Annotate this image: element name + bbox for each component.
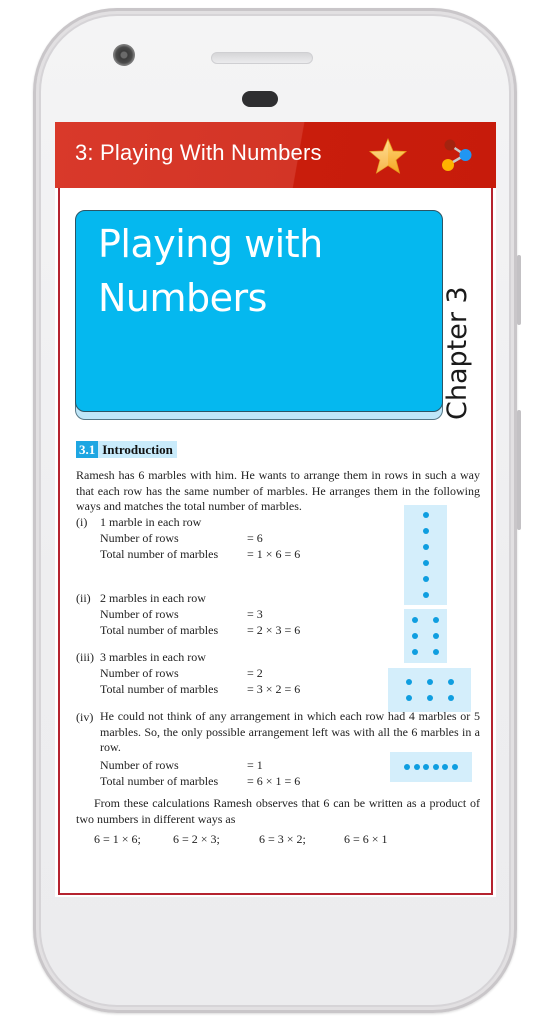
- marble: [422, 576, 429, 582]
- power-button: [517, 255, 521, 325]
- marble: [426, 679, 433, 685]
- section-heading: 3.1 Introduction: [76, 441, 177, 458]
- case-heading: 1 marble in each row: [100, 515, 202, 529]
- rows-label: Number of rows: [100, 666, 179, 680]
- marble: [412, 649, 418, 655]
- volume-button: [517, 410, 521, 530]
- rows-label: Number of rows: [100, 531, 179, 545]
- marble: [413, 764, 420, 770]
- total-value: = 6 × 1 = 6: [247, 774, 301, 788]
- marble: [405, 679, 412, 685]
- rows-value: = 2: [247, 666, 263, 680]
- app-bar: 3: Playing With Numbers: [55, 122, 496, 188]
- marble: [433, 649, 439, 655]
- total-label: Total number of marbles: [100, 623, 219, 637]
- marbles-2x3: [404, 609, 447, 663]
- favorite-button[interactable]: [367, 135, 409, 177]
- section-title: Introduction: [102, 441, 173, 457]
- product-item: 6 = 6 × 1: [344, 832, 388, 846]
- case-label: (ii): [76, 591, 91, 605]
- chapter-title-line-2: Numbers: [98, 276, 267, 320]
- product-item: 6 = 1 × 6;: [94, 832, 141, 846]
- app-screen: 3: Playing With Numbers Playing with Num…: [55, 122, 496, 897]
- case-1-heading: (i) 1 marble in each row: [76, 515, 201, 530]
- marble: [422, 592, 429, 598]
- marble: [422, 560, 429, 566]
- total-label: Total number of marbles: [100, 682, 219, 696]
- book-page: Playing with Numbers Chapter 3 3.1 Intro…: [58, 188, 493, 895]
- chapter-title-line-1: Playing with: [98, 222, 323, 266]
- case-label: (i): [76, 515, 88, 529]
- product-item: 6 = 2 × 3;: [173, 832, 220, 846]
- front-camera: [113, 44, 135, 66]
- case-4-heading: He could not think of any arrangement in…: [100, 709, 480, 754]
- marble: [423, 764, 430, 770]
- case-2-heading: (ii) 2 marbles in each row: [76, 591, 206, 606]
- marble: [433, 633, 439, 639]
- marble: [433, 617, 439, 623]
- rows-label: Number of rows: [100, 758, 179, 772]
- chapter-banner: Playing with Numbers: [75, 210, 443, 412]
- earpiece-speaker: [211, 52, 313, 64]
- case-4-label: (iv): [76, 710, 93, 725]
- marble: [412, 617, 418, 623]
- chapter-number-label: Chapter 3: [442, 286, 473, 420]
- marble: [405, 695, 412, 701]
- total-value: = 1 × 6 = 6: [247, 547, 301, 561]
- proximity-sensor: [242, 91, 278, 107]
- marble: [412, 633, 418, 639]
- marble: [442, 764, 449, 770]
- marble: [432, 764, 439, 770]
- marble: [404, 764, 411, 770]
- case-label: (iii): [76, 650, 94, 664]
- case-3-heading: (iii) 3 marbles in each row: [76, 650, 206, 665]
- total-value: = 3 × 2 = 6: [247, 682, 301, 696]
- total-value: = 2 × 3 = 6: [247, 623, 301, 637]
- marbles-6x1: [390, 752, 472, 782]
- rows-value: = 1: [247, 758, 263, 772]
- total-label: Total number of marbles: [100, 774, 219, 788]
- share-button[interactable]: [436, 135, 478, 177]
- rows-label: Number of rows: [100, 607, 179, 621]
- marble: [426, 695, 433, 701]
- rows-value: = 6: [247, 531, 263, 545]
- chapter-title: Playing with Numbers: [98, 217, 323, 325]
- marble: [451, 764, 458, 770]
- case-heading: 3 marbles in each row: [100, 650, 206, 664]
- app-bar-title: 3: Playing With Numbers: [75, 140, 322, 165]
- share-icon: [442, 139, 472, 171]
- total-label: Total number of marbles: [100, 547, 219, 561]
- case-heading: 2 marbles in each row: [100, 591, 206, 605]
- product-item: 6 = 3 × 2;: [259, 832, 306, 846]
- marbles-1x6: [404, 505, 447, 605]
- marble: [447, 695, 454, 701]
- star-icon: [368, 137, 408, 174]
- marble: [422, 512, 429, 518]
- conclusion-paragraph: From these calculations Ramesh observes …: [76, 796, 480, 826]
- marble: [447, 679, 454, 685]
- marble: [422, 544, 429, 550]
- case-label: (iv): [76, 710, 94, 724]
- section-number: 3.1: [76, 441, 99, 458]
- marbles-3x2: [388, 668, 471, 712]
- rows-value: = 3: [247, 607, 263, 621]
- marble: [422, 528, 429, 534]
